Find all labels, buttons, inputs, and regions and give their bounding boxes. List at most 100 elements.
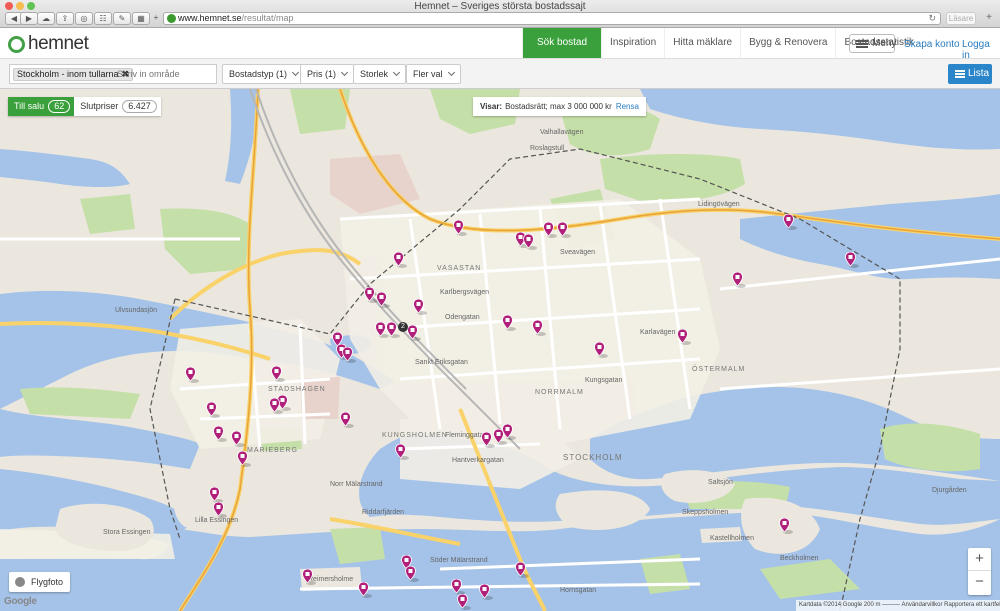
listing-pin-icon[interactable] — [342, 347, 356, 363]
menu-button[interactable]: Meny — [849, 34, 896, 53]
listing-pin-icon[interactable] — [532, 320, 546, 336]
listing-pin-icon[interactable] — [302, 569, 316, 585]
reading-list-button[interactable]: ☷ — [94, 12, 112, 25]
listing-pin-icon[interactable] — [269, 398, 283, 414]
label-ulvsundasjon: Ulvsundasjön — [115, 307, 158, 314]
zoom-out-button[interactable]: − — [968, 571, 991, 594]
add-tab-icon[interactable]: + — [982, 12, 996, 25]
nav-bygg-renovera[interactable]: Bygg & Renovera — [740, 28, 835, 58]
aerial-view-button[interactable]: Flygfoto — [9, 572, 71, 592]
listing-pin-icon[interactable] — [523, 234, 537, 250]
listing-pin-icon[interactable] — [779, 518, 793, 534]
listing-pin-icon[interactable] — [845, 252, 859, 268]
listing-pin-icon[interactable] — [451, 579, 465, 595]
listing-pin-icon[interactable] — [358, 582, 372, 598]
url-path: /resultat/map — [241, 13, 294, 23]
hemnet-logo[interactable]: hemnet — [8, 33, 89, 55]
listing-pin-icon[interactable] — [515, 562, 529, 578]
label-riddarfjarden: Riddarfjärden — [362, 509, 405, 516]
listing-pin-icon[interactable] — [543, 222, 557, 238]
listing-pin-icon[interactable] — [375, 322, 389, 338]
share-button[interactable]: ⇪ — [56, 12, 74, 25]
listing-pin-icon[interactable] — [502, 315, 516, 331]
nav-sok-bostad[interactable]: Sök bostad — [522, 28, 602, 58]
dropdown-storlek[interactable]: Storlek — [353, 64, 407, 84]
listing-pin-icon[interactable] — [185, 367, 199, 383]
tab-slutpriser[interactable]: Slutpriser 6.427 — [74, 97, 161, 116]
extensions-button[interactable]: ▦ — [132, 12, 150, 25]
label-vasastan: VASASTAN — [437, 265, 482, 272]
top-sites-button[interactable]: ◎ — [75, 12, 93, 25]
listing-pin-icon[interactable] — [457, 594, 471, 610]
listing-pin-icon[interactable] — [405, 566, 419, 582]
label-roslagstull: Roslagstull — [530, 145, 565, 152]
label-beckholmen: Beckholmen — [780, 555, 819, 562]
listing-pin-icon[interactable] — [213, 502, 227, 518]
label-stora-essingen: Stora Essingen — [103, 529, 151, 536]
label-marieberg: MARIEBERG — [247, 447, 299, 454]
list-view-button[interactable]: Lista — [948, 64, 992, 84]
nav-hitta-maklare[interactable]: Hitta mäklare — [664, 28, 740, 58]
new-tab-button[interactable]: + — [151, 12, 161, 25]
listing-pin-icon[interactable] — [481, 432, 495, 448]
chevron-down-icon — [340, 68, 349, 77]
listing-pin-icon[interactable] — [271, 366, 285, 382]
zoom-in-button[interactable]: + — [968, 548, 991, 571]
listing-pin-icon[interactable] — [376, 292, 390, 308]
listing-pin-icon[interactable] — [413, 299, 427, 315]
listing-pin-icon[interactable] — [677, 329, 691, 345]
listing-pin-icon[interactable] — [213, 426, 227, 442]
location-chip[interactable]: Stockholm - inom tullarna ✖ — [13, 68, 134, 81]
listing-pin-icon[interactable] — [231, 431, 245, 447]
listing-pin-icon[interactable] — [393, 252, 407, 268]
create-account-link[interactable]: Skapa konto — [904, 39, 960, 50]
chevron-down-icon — [392, 68, 401, 77]
chevron-down-icon — [291, 68, 300, 77]
visar-label: Visar: — [480, 102, 503, 111]
label-valhallavagen: Valhallavägen — [540, 129, 584, 136]
reader-button[interactable]: Läsare — [946, 12, 976, 25]
listing-pin-icon[interactable] — [783, 214, 797, 230]
listing-pin-icon[interactable] — [364, 287, 378, 303]
maximize-window-icon[interactable] — [27, 2, 35, 10]
marker-cluster-count[interactable]: 2 — [398, 322, 408, 332]
chevron-down-icon — [447, 68, 455, 77]
tools-button[interactable]: ✎ — [113, 12, 131, 25]
forward-button[interactable]: ▶ — [20, 12, 38, 25]
dropdown-bostadstyp[interactable]: Bostadstyp (1) — [222, 64, 306, 84]
icloud-tabs-button[interactable]: ☁ — [37, 12, 55, 25]
label-stadshagen: STADSHAGEN — [268, 386, 326, 393]
count-badge: 6.427 — [122, 100, 157, 113]
dropdown-pris[interactable]: Pris (1) — [300, 64, 354, 84]
reset-filters-link[interactable]: Rensa — [616, 102, 639, 111]
listing-pin-icon[interactable] — [479, 584, 493, 600]
listing-pin-icon[interactable] — [453, 220, 467, 236]
area-search-input[interactable] — [117, 67, 215, 81]
listing-pin-icon[interactable] — [407, 325, 421, 341]
logo-text: hemnet — [28, 33, 89, 54]
close-window-icon[interactable] — [5, 2, 13, 10]
listing-pin-icon[interactable] — [206, 402, 220, 418]
listing-pin-icon[interactable] — [386, 322, 400, 338]
listing-pin-icon[interactable] — [732, 272, 746, 288]
dropdown-fler-val[interactable]: Fler val — [406, 64, 461, 84]
tab-till-salu[interactable]: Till salu 62 — [8, 97, 75, 116]
location-search[interactable]: Stockholm - inom tullarna ✖ — [9, 64, 217, 84]
listing-pin-icon[interactable] — [557, 222, 571, 238]
map-canvas[interactable]: VASASTAN ÖSTERMALM NORRMALM KUNGSHOLMEN … — [0, 89, 1000, 611]
globe-icon — [15, 577, 25, 587]
nav-inspiration[interactable]: Inspiration — [601, 28, 664, 58]
minimize-window-icon[interactable] — [16, 2, 24, 10]
login-link[interactable]: Logga in — [962, 39, 1000, 61]
address-bar[interactable]: www.hemnet.se/resultat/map ↻ — [163, 12, 941, 25]
visar-text: Bostadsrätt; max 3 000 000 kr — [505, 102, 612, 111]
listing-pin-icon[interactable] — [237, 451, 251, 467]
listing-pin-icon[interactable] — [340, 412, 354, 428]
listing-pin-icon[interactable] — [594, 342, 608, 358]
listing-pin-icon[interactable] — [502, 424, 516, 440]
site-header: hemnet Sök bostad Inspiration Hitta mäkl… — [0, 28, 1000, 61]
reload-icon[interactable]: ↻ — [928, 13, 936, 24]
listing-pin-icon[interactable] — [209, 487, 223, 503]
label-karlavagen: Karlavägen — [640, 329, 676, 336]
listing-pin-icon[interactable] — [395, 444, 409, 460]
